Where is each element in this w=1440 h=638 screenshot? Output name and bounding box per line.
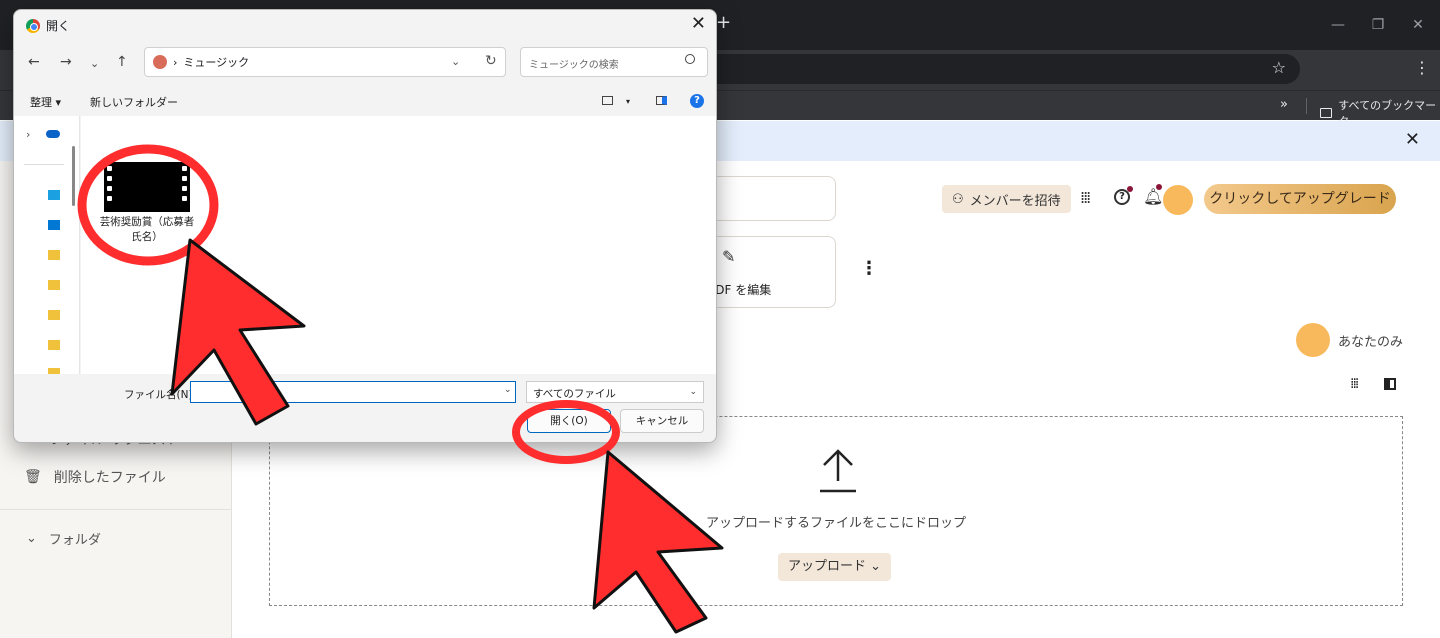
trash-icon: 🗑 <box>24 469 42 485</box>
film-sprocket <box>182 176 187 181</box>
bookmark-star-icon[interactable]: ☆ <box>1272 58 1286 77</box>
add-user-icon: ⚇ <box>952 191 964 207</box>
expand-chevron-icon[interactable]: › <box>26 128 30 141</box>
folder-icon[interactable] <box>48 310 60 320</box>
owner-label: あなたのみ <box>1338 335 1404 350</box>
film-sprocket <box>182 166 187 171</box>
path-bar[interactable]: › ミュージック ⌄ ↻ <box>144 47 506 77</box>
film-sprocket <box>182 196 187 201</box>
dialog-search-input[interactable]: ミュージックの検索 <box>520 47 708 77</box>
panel-toggle-icon[interactable] <box>1384 378 1396 390</box>
bell-icon[interactable]: 🔔︎ <box>1143 187 1163 206</box>
upload-button-label: アップロード <box>788 559 867 574</box>
sidebar-item-label: 削除したファイル <box>53 470 166 486</box>
film-sprocket <box>107 196 112 201</box>
view-mode-icon[interactable] <box>602 96 613 105</box>
onedrive-icon[interactable] <box>46 130 60 138</box>
file-open-dialog: 開く ✕ ← → ⌄ ↑ › ミュージック ⌄ ↻ ミュージックの検索 整理 ▾… <box>13 9 717 443</box>
file-list: 芸術奨励賞（応募者氏名） <box>81 116 716 374</box>
upload-arrow-icon <box>820 449 856 493</box>
organize-menu[interactable]: 整理 ▾ <box>30 94 61 110</box>
banner-close-icon[interactable]: ✕ <box>1405 129 1420 150</box>
owner-avatar <box>1296 323 1330 357</box>
dialog-title-bar: 開く <box>26 17 70 34</box>
recent-chevron-icon[interactable]: ⌄ <box>90 57 99 70</box>
dialog-toolbar: 整理 ▾ 新しいフォルダー ▾ ? <box>14 90 716 114</box>
path-segment[interactable]: ミュージック <box>183 54 249 70</box>
bell-notification-dot <box>1156 184 1162 190</box>
cancel-button[interactable]: キャンセル <box>620 409 704 433</box>
film-sprocket <box>182 186 187 191</box>
sidebar-item-deleted-files[interactable]: 🗑 削除したファイル <box>24 467 166 487</box>
invite-label: メンバーを招待 <box>969 193 1061 209</box>
window-restore-button[interactable]: ❐ <box>1358 10 1398 40</box>
upload-button[interactable]: アップロード ⌄ <box>778 553 892 581</box>
more-options-icon[interactable]: ⋮ <box>860 258 878 279</box>
film-sprocket <box>107 186 112 191</box>
edit-pdf-label: PDF を編集 <box>708 283 772 297</box>
dropzone-text: アップロードするファイルをここにドロップ <box>705 516 966 531</box>
upgrade-button[interactable]: クリックしてアップグレード <box>1204 184 1396 214</box>
new-tab-button[interactable]: + <box>716 13 731 33</box>
folder-icon[interactable] <box>48 340 60 350</box>
folder-icon[interactable] <box>48 368 60 374</box>
sidebar-divider <box>0 509 232 510</box>
filename-input[interactable] <box>190 381 516 403</box>
folder-icon[interactable] <box>48 280 60 290</box>
search-input[interactable] <box>700 176 836 221</box>
video-thumbnail-icon[interactable] <box>104 162 190 212</box>
avatar[interactable] <box>1163 185 1193 215</box>
path-separator-icon: › <box>173 55 178 69</box>
film-sprocket <box>107 176 112 181</box>
nav-divider <box>24 164 64 165</box>
help-notification-dot <box>1127 186 1133 192</box>
chevron-down-icon: ⌄ <box>870 559 882 574</box>
preview-pane-icon[interactable] <box>656 96 667 105</box>
window-close-button[interactable]: ✕ <box>1398 10 1438 40</box>
navigation-pane: › <box>14 116 80 374</box>
upload-dropzone[interactable]: アップロードするファイルをここにドロップ アップロード ⌄ <box>269 416 1403 606</box>
file-name-label[interactable]: 芸術奨励賞（応募者氏名） <box>99 215 195 245</box>
nav-scrollbar[interactable] <box>72 146 75 206</box>
window-minimize-button[interactable]: — <box>1318 10 1358 40</box>
folder-section-label: フォルダ <box>48 533 101 548</box>
chevron-down-icon: ⌄ <box>26 531 37 546</box>
folder-icon <box>1320 108 1333 118</box>
up-arrow-icon[interactable]: ↑ <box>116 54 128 70</box>
sidebar-folder-section[interactable]: ⌄ フォルダ <box>26 529 101 548</box>
open-button[interactable]: 開く(O) <box>527 409 611 433</box>
dialog-search-placeholder: ミュージックの検索 <box>529 60 619 71</box>
file-type-filter[interactable]: すべてのファイル ⌄ <box>526 381 704 403</box>
path-dropdown-icon[interactable]: ⌄ <box>451 55 460 68</box>
invite-members-button[interactable]: ⚇ メンバーを招待 <box>942 185 1071 213</box>
dialog-close-icon[interactable]: ✕ <box>691 13 706 34</box>
file-type-value: すべてのファイル <box>533 388 616 400</box>
bookmarks-separator <box>1306 98 1307 114</box>
search-icon <box>685 54 695 64</box>
grid-view-icon[interactable]: ⁞⁞⁞ <box>1350 376 1359 392</box>
bookmarks-overflow-button[interactable]: » <box>1280 97 1288 112</box>
refresh-icon[interactable]: ↻ <box>485 53 497 69</box>
music-folder-icon <box>153 55 167 69</box>
desktop-icon[interactable] <box>48 190 60 200</box>
new-folder-button[interactable]: 新しいフォルダー <box>90 94 178 110</box>
folder-icon[interactable] <box>48 250 60 260</box>
dialog-title: 開く <box>46 19 71 33</box>
help-icon[interactable]: ? <box>690 94 704 108</box>
filename-label: ファイル名(N): <box>124 389 197 401</box>
chevron-down-icon: ⌄ <box>689 387 697 397</box>
back-arrow-icon[interactable]: ← <box>28 54 40 70</box>
film-sprocket <box>107 166 112 171</box>
address-bar[interactable]: ☆ <box>700 54 1300 84</box>
view-dropdown-icon[interactable]: ▾ <box>626 97 630 106</box>
pencil-icon: ✎ <box>722 247 736 266</box>
chrome-logo-icon <box>26 18 40 33</box>
forward-arrow-icon[interactable]: → <box>60 54 72 70</box>
monitor-icon[interactable] <box>48 220 60 230</box>
apps-grid-icon[interactable]: ⁞⁞⁞ <box>1080 188 1091 207</box>
browser-menu-icon[interactable]: ⋮ <box>1414 58 1430 77</box>
